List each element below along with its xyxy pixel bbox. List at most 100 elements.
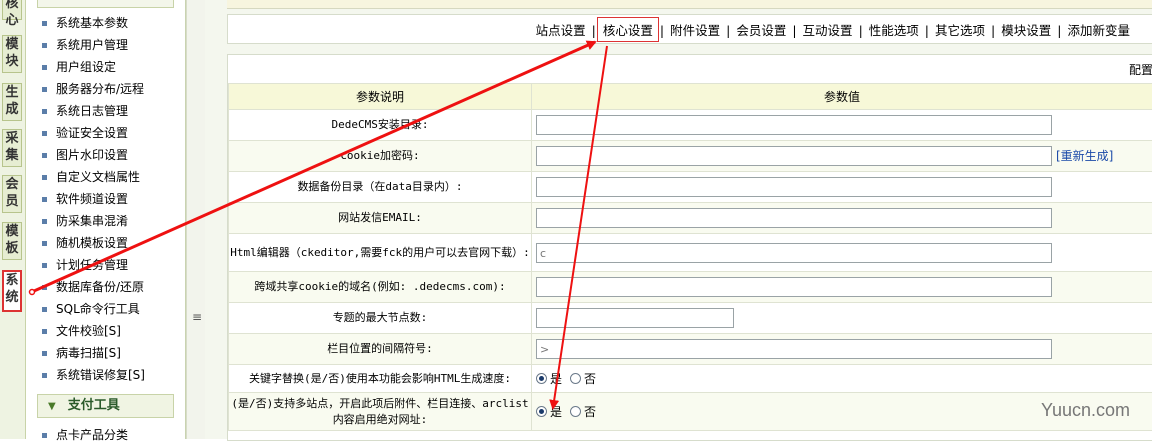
max-nodes-input[interactable] bbox=[536, 308, 734, 328]
menu-item-anti-scrape[interactable]: 防采集串混淆 bbox=[42, 210, 128, 232]
bullet-icon bbox=[42, 21, 47, 26]
nav-tab-generate[interactable]: 生成 bbox=[2, 83, 22, 121]
bullet-icon bbox=[42, 263, 47, 268]
keyword-replace-yes-radio[interactable] bbox=[536, 373, 547, 384]
triangle-down-icon: ▼ bbox=[48, 396, 56, 418]
menu-item-system-users[interactable]: 系统用户管理 bbox=[42, 34, 128, 56]
param-label: 跨域共享cookie的域名(例如: .dedecms.com): bbox=[229, 272, 532, 303]
bullet-icon bbox=[42, 131, 47, 136]
menu-item-sql-tool[interactable]: SQL命令行工具 bbox=[42, 298, 140, 320]
keyword-replace-no-radio[interactable] bbox=[570, 373, 581, 384]
nav-tab-collect[interactable]: 采集 bbox=[2, 129, 22, 167]
menu-item-user-groups[interactable]: 用户组设定 bbox=[42, 56, 116, 78]
tab-separator: | bbox=[592, 23, 596, 38]
panel-corner-label: 配置 bbox=[1129, 61, 1152, 78]
install-dir-input[interactable] bbox=[536, 115, 1052, 135]
splitter-grip-icon[interactable]: ≡ bbox=[192, 310, 202, 324]
tab-interaction-settings[interactable]: 互动设置 bbox=[798, 20, 858, 39]
multisite-no-radio[interactable] bbox=[570, 406, 581, 417]
bullet-icon bbox=[42, 197, 47, 202]
separator-input[interactable]: > bbox=[536, 339, 1052, 359]
menu-item-card-products[interactable]: 点卡产品分类 bbox=[42, 424, 128, 446]
menu-item-label: 用户组设定 bbox=[56, 60, 116, 74]
menu-item-system-basic-params[interactable]: 系统基本参数 bbox=[42, 12, 128, 34]
menu-item-random-template[interactable]: 随机模板设置 bbox=[42, 232, 128, 254]
menu-item-label: 自定义文档属性 bbox=[56, 170, 140, 184]
bullet-icon bbox=[42, 329, 47, 334]
params-table: 参数说明 参数值 DedeCMS安装目录: cookie加密码: [重新生成] … bbox=[228, 83, 1152, 431]
param-value-cell bbox=[532, 203, 1152, 234]
nav-tab-core[interactable]: 核心 bbox=[2, 0, 22, 20]
radio-label: 否 bbox=[584, 372, 596, 386]
bullet-icon bbox=[42, 43, 47, 48]
menu-item-custom-attrs[interactable]: 自定义文档属性 bbox=[42, 166, 140, 188]
left-module-nav: 核心 模块 生成 采集 会员 模板 系统 bbox=[0, 0, 26, 439]
tab-other-options[interactable]: 其它选项 bbox=[930, 20, 990, 39]
tab-attachment-settings[interactable]: 附件设置 bbox=[665, 20, 725, 39]
bullet-icon bbox=[42, 175, 47, 180]
html-editor-input[interactable]: c bbox=[536, 243, 1052, 263]
menu-section-payment-tools[interactable]: ▼支付工具 bbox=[37, 394, 174, 418]
menu-item-label: 计划任务管理 bbox=[56, 258, 128, 272]
nav-tab-member[interactable]: 会员 bbox=[2, 175, 22, 213]
param-label: cookie加密码: bbox=[229, 141, 532, 172]
menu-item-label: 系统基本参数 bbox=[56, 16, 128, 30]
tab-separator: | bbox=[1057, 23, 1061, 38]
nav-tab-modules[interactable]: 模块 bbox=[2, 35, 22, 73]
cookie-domain-input[interactable] bbox=[536, 277, 1052, 297]
page-title-bar bbox=[227, 0, 1152, 9]
table-row: Html编辑器（ckeditor,需要fck的用户可以去官网下载）: c bbox=[229, 234, 1152, 272]
menu-item-error-repair[interactable]: 系统错误修复[S] bbox=[42, 364, 145, 386]
settings-tab-bar: 站点设置|核心设置|附件设置|会员设置|互动设置|性能选项|其它选项|模块设置|… bbox=[227, 14, 1152, 44]
menu-item-label: 系统日志管理 bbox=[56, 104, 128, 118]
menu-item-label: 系统错误修复[S] bbox=[56, 368, 145, 382]
menu-item-file-check[interactable]: 文件校验[S] bbox=[42, 320, 121, 342]
menu-item-watermark[interactable]: 图片水印设置 bbox=[42, 144, 128, 166]
param-value-cell bbox=[532, 272, 1152, 303]
system-menu: 系统基本参数 系统用户管理 用户组设定 服务器分布/远程 系统日志管理 验证安全… bbox=[27, 0, 186, 439]
menu-item-system-logs[interactable]: 系统日志管理 bbox=[42, 100, 128, 122]
menu-item-software-channel[interactable]: 软件频道设置 bbox=[42, 188, 128, 210]
menu-item-label: 系统用户管理 bbox=[56, 38, 128, 52]
param-label: 栏目位置的间隔符号: bbox=[229, 334, 532, 365]
bullet-icon bbox=[42, 433, 47, 438]
tab-performance[interactable]: 性能选项 bbox=[864, 20, 924, 39]
nav-tab-system[interactable]: 系统 bbox=[2, 270, 22, 312]
menu-item-virus-scan[interactable]: 病毒扫描[S] bbox=[42, 342, 121, 364]
menu-item-label: 服务器分布/远程 bbox=[56, 82, 144, 96]
bullet-icon bbox=[42, 87, 47, 92]
backup-dir-input[interactable] bbox=[536, 177, 1052, 197]
tab-separator: | bbox=[991, 23, 995, 38]
table-row: DedeCMS安装目录: bbox=[229, 110, 1152, 141]
tab-module-settings[interactable]: 模块设置 bbox=[996, 20, 1056, 39]
bullet-icon bbox=[42, 351, 47, 356]
bullet-icon bbox=[42, 373, 47, 378]
radio-label: 是 bbox=[550, 372, 562, 386]
menu-item-label: 防采集串混淆 bbox=[56, 214, 128, 228]
menu-item-db-backup[interactable]: 数据库备份/还原 bbox=[42, 276, 144, 298]
radio-label: 是 bbox=[550, 405, 562, 419]
cookie-key-input[interactable] bbox=[536, 146, 1052, 166]
tab-separator: | bbox=[726, 23, 730, 38]
regenerate-link[interactable]: [重新生成] bbox=[1056, 149, 1113, 163]
tab-site-settings[interactable]: 站点设置 bbox=[531, 20, 591, 39]
param-label: 关键字替换(是/否)使用本功能会影响HTML生成速度: bbox=[229, 365, 532, 393]
tab-add-variable[interactable]: 添加新变量 bbox=[1062, 20, 1135, 39]
param-value-cell: [重新生成] bbox=[532, 141, 1152, 172]
bullet-icon bbox=[42, 285, 47, 290]
header-description: 参数说明 bbox=[229, 84, 532, 110]
tab-separator: | bbox=[925, 23, 929, 38]
nav-tab-template[interactable]: 模板 bbox=[2, 222, 22, 260]
tab-member-settings[interactable]: 会员设置 bbox=[731, 20, 791, 39]
email-field[interactable] bbox=[536, 208, 1052, 228]
menu-item-security[interactable]: 验证安全设置 bbox=[42, 122, 128, 144]
menu-item-server-remote[interactable]: 服务器分布/远程 bbox=[42, 78, 144, 100]
table-row: 网站发信EMAIL: bbox=[229, 203, 1152, 234]
menu-item-label: 文件校验[S] bbox=[56, 324, 121, 338]
menu-item-scheduled-tasks[interactable]: 计划任务管理 bbox=[42, 254, 128, 276]
frame-splitter[interactable]: ≡ bbox=[186, 0, 206, 439]
multisite-yes-radio[interactable] bbox=[536, 406, 547, 417]
tab-core-settings[interactable]: 核心设置 bbox=[597, 17, 659, 42]
bullet-icon bbox=[42, 109, 47, 114]
table-row: 关键字替换(是/否)使用本功能会影响HTML生成速度: 是 否 bbox=[229, 365, 1152, 393]
